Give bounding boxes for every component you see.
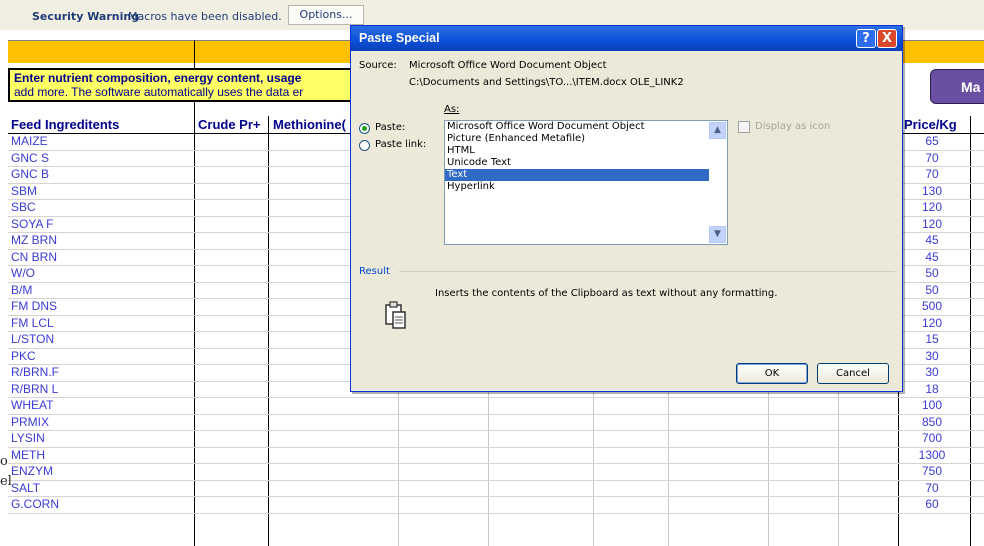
- format-option[interactable]: Unicode Text: [445, 157, 709, 169]
- ingredient-name[interactable]: PRMIX: [11, 415, 49, 430]
- paste-special-dialog: Paste Special ? X Source: Microsoft Offi…: [350, 25, 903, 392]
- display-as-icon-label: Display as icon: [755, 121, 831, 132]
- ingredient-price[interactable]: 850: [902, 415, 962, 430]
- as-label: As:: [444, 104, 460, 115]
- table-row[interactable]: LYSIN 700: [8, 431, 984, 448]
- ingredient-price[interactable]: 30: [902, 349, 962, 364]
- ingredient-name[interactable]: GNC S: [11, 151, 49, 166]
- options-button[interactable]: Options...: [288, 5, 364, 25]
- ingredient-name[interactable]: SBM: [11, 184, 37, 199]
- security-warning-message: Macros have been disabled.: [128, 10, 282, 23]
- ingredient-price[interactable]: 120: [902, 316, 962, 331]
- header-feed-ingredients[interactable]: Feed Ingreditents: [11, 116, 191, 133]
- ingredient-name[interactable]: FM DNS: [11, 299, 57, 314]
- cut-off-text: o: [0, 454, 8, 469]
- ingredient-name[interactable]: W/O: [11, 266, 35, 281]
- table-row[interactable]: METH 1300: [8, 448, 984, 464]
- ingredient-price[interactable]: 65: [902, 134, 962, 149]
- ingredient-name[interactable]: METH: [11, 448, 45, 463]
- result-label: Result: [359, 266, 390, 277]
- security-warning-title: Security Warning: [32, 10, 140, 23]
- ingredient-name[interactable]: L/STON: [11, 332, 54, 347]
- table-row[interactable]: SALT 70: [8, 481, 984, 497]
- paste-link-radio-label: Paste link:: [375, 139, 427, 150]
- ingredient-name[interactable]: WHEAT: [11, 398, 53, 413]
- paste-radio-label: Paste:: [375, 122, 406, 133]
- radio-selected-icon[interactable]: [359, 123, 370, 134]
- table-row[interactable]: PRMIX 850: [8, 415, 984, 431]
- scroll-up-icon[interactable]: ▲: [709, 122, 726, 139]
- ingredient-price[interactable]: 50: [902, 266, 962, 281]
- ingredient-name[interactable]: LYSIN: [11, 431, 45, 446]
- radio-unselected-icon[interactable]: [359, 140, 370, 151]
- format-option[interactable]: Text: [445, 169, 709, 181]
- result-divider: [399, 271, 895, 272]
- ingredient-name[interactable]: CN BRN: [11, 250, 57, 265]
- ingredient-name[interactable]: R/BRN.F: [11, 365, 59, 380]
- header-crude-protein[interactable]: Crude Pr+: [198, 116, 268, 133]
- ingredient-name[interactable]: MAIZE: [11, 134, 48, 149]
- ingredient-price[interactable]: 1300: [902, 448, 962, 463]
- clipboard-icon: [385, 301, 406, 329]
- format-option[interactable]: Hyperlink: [445, 181, 709, 193]
- ingredient-price[interactable]: 100: [902, 398, 962, 413]
- macro-button[interactable]: Ma: [930, 69, 984, 104]
- ingredient-name[interactable]: SOYA F: [11, 217, 53, 232]
- ingredient-price[interactable]: 60: [902, 497, 962, 512]
- ingredient-price[interactable]: 120: [902, 217, 962, 232]
- format-option[interactable]: Picture (Enhanced Metafile): [445, 133, 709, 145]
- ingredient-price[interactable]: 70: [902, 481, 962, 496]
- ingredient-price[interactable]: 18: [902, 382, 962, 397]
- ingredient-price[interactable]: 45: [902, 233, 962, 248]
- scroll-down-icon[interactable]: ▼: [709, 226, 726, 243]
- display-as-icon-checkbox[interactable]: [738, 121, 750, 133]
- ok-button[interactable]: OK: [736, 363, 808, 384]
- dialog-title: Paste Special: [351, 26, 902, 51]
- ingredient-price[interactable]: 15: [902, 332, 962, 347]
- ingredient-name[interactable]: MZ BRN: [11, 233, 57, 248]
- ingredient-name[interactable]: SALT: [11, 481, 40, 496]
- ingredient-price[interactable]: 70: [902, 151, 962, 166]
- format-list: Microsoft Office Word Document Object Pic…: [445, 121, 727, 193]
- ingredient-price[interactable]: 120: [902, 200, 962, 215]
- ingredient-price[interactable]: 50: [902, 283, 962, 298]
- close-button[interactable]: X: [877, 29, 897, 48]
- table-row[interactable]: G.CORN 60: [8, 497, 984, 514]
- header-price-kg[interactable]: Price/Kg: [904, 116, 974, 133]
- cut-off-text: el: [0, 474, 12, 489]
- help-button[interactable]: ?: [856, 29, 876, 48]
- ingredient-name[interactable]: GNC B: [11, 167, 49, 182]
- result-description: Inserts the contents of the Clipboard as…: [435, 288, 778, 299]
- ingredient-name[interactable]: B/M: [11, 283, 32, 298]
- ingredient-price[interactable]: 45: [902, 250, 962, 265]
- format-option[interactable]: HTML: [445, 145, 709, 157]
- table-row[interactable]: WHEAT 100: [8, 398, 984, 415]
- ingredient-name[interactable]: G.CORN: [11, 497, 59, 512]
- ingredient-name[interactable]: SBC: [11, 200, 36, 215]
- ingredient-name[interactable]: ENZYM: [11, 464, 53, 479]
- ingredient-name[interactable]: R/BRN L: [11, 382, 58, 397]
- format-listbox[interactable]: Microsoft Office Word Document Object Pic…: [444, 120, 728, 245]
- ingredient-price[interactable]: 500: [902, 299, 962, 314]
- ingredient-price[interactable]: 700: [902, 431, 962, 446]
- ingredient-price[interactable]: 30: [902, 365, 962, 380]
- source-label: Source:: [359, 60, 397, 71]
- ingredient-name[interactable]: FM LCL: [11, 316, 54, 331]
- format-option[interactable]: Microsoft Office Word Document Object: [445, 121, 709, 133]
- ingredient-price[interactable]: 750: [902, 464, 962, 479]
- source-path: C:\Documents and Settings\TO...\ITEM.doc…: [409, 77, 684, 88]
- source-object: Microsoft Office Word Document Object: [409, 60, 607, 71]
- ingredient-price[interactable]: 70: [902, 167, 962, 182]
- table-row[interactable]: ENZYM 750: [8, 464, 984, 481]
- ingredient-price[interactable]: 130: [902, 184, 962, 199]
- header-methionine[interactable]: Methionine(: [273, 116, 353, 133]
- ingredient-name[interactable]: PKC: [11, 349, 36, 364]
- cancel-button[interactable]: Cancel: [817, 363, 889, 384]
